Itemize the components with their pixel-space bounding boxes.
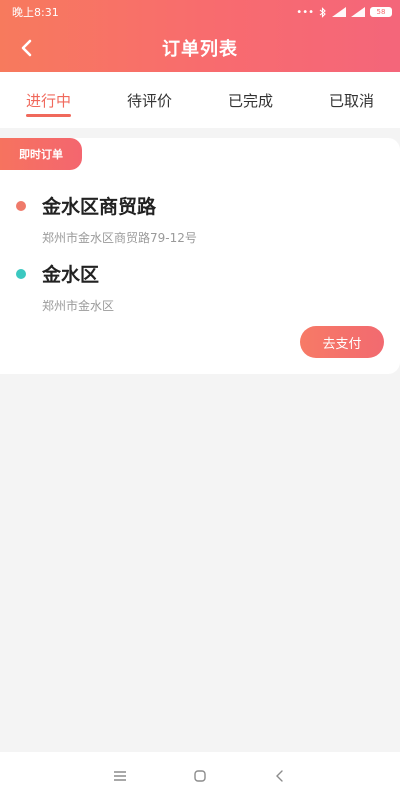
signal-icon — [351, 7, 365, 17]
header: 晚上8:31 ••• 58 订单列表 — [0, 0, 400, 72]
order-card[interactable]: 即时订单 金水区商贸路 郑州市金水区商贸路79-12号 金水区 郑州市金水区 去… — [0, 138, 400, 374]
start-address-detail: 郑州市金水区商贸路79-12号 — [42, 231, 197, 245]
menu-icon[interactable] — [108, 764, 132, 788]
home-icon[interactable] — [188, 764, 212, 788]
end-dot-icon — [16, 268, 26, 279]
start-address: 金水区商贸路 郑州市金水区商贸路79-12号 — [16, 192, 197, 246]
dots-icon: ••• — [296, 6, 314, 18]
tab-pending-review[interactable]: 待评价 — [127, 82, 172, 119]
order-type-badge: 即时订单 — [0, 138, 82, 170]
signal-icon — [332, 7, 346, 17]
battery-icon: 58 — [370, 7, 392, 17]
nav-bar: 订单列表 — [0, 24, 400, 72]
status-time: 晚上8:31 — [12, 6, 59, 19]
tab-completed[interactable]: 已完成 — [228, 82, 273, 119]
page-title: 订单列表 — [162, 39, 238, 60]
start-dot-icon — [16, 200, 26, 211]
end-address-detail: 郑州市金水区 — [42, 299, 115, 313]
pay-button[interactable]: 去支付 — [300, 326, 384, 358]
bluetooth-icon — [319, 6, 326, 18]
end-address-name: 金水区 — [42, 264, 100, 286]
chevron-left-icon[interactable] — [14, 35, 40, 61]
start-address-name: 金水区商贸路 — [42, 196, 157, 218]
status-icons: ••• 58 — [296, 7, 392, 18]
tab-cancelled[interactable]: 已取消 — [329, 82, 374, 119]
tab-in-progress[interactable]: 进行中 — [26, 82, 72, 119]
system-nav-bar — [0, 752, 400, 800]
status-bar: 晚上8:31 ••• 58 — [0, 0, 400, 24]
back-icon[interactable] — [268, 764, 292, 788]
order-tabs: 进行中 待评价 已完成 已取消 — [0, 72, 400, 128]
end-address: 金水区 郑州市金水区 — [16, 260, 114, 314]
